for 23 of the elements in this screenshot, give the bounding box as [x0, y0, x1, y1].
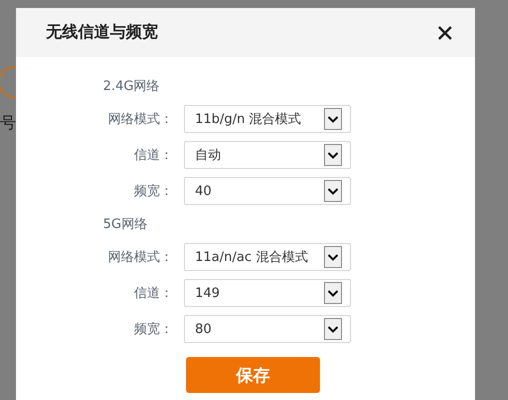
- section-title: 2.4G网络: [102, 78, 161, 96]
- field-label: 频宽：: [133, 321, 173, 338]
- chevron-down-icon: [324, 318, 342, 340]
- chevron-down-icon: [324, 144, 342, 166]
- field-label: 网络模式：: [107, 111, 173, 128]
- close-icon[interactable]: [437, 24, 453, 40]
- chevron-down-icon: [324, 180, 342, 202]
- select-field[interactable]: 149: [184, 279, 351, 307]
- field-label: 网络模式：: [107, 249, 173, 266]
- select-field[interactable]: 11a/n/ac 混合模式: [184, 243, 351, 271]
- section-title: 5G网络: [102, 216, 148, 234]
- select-field[interactable]: 11b/g/n 混合模式: [184, 105, 351, 133]
- select-field[interactable]: 自动: [184, 141, 351, 169]
- select-field[interactable]: 40: [184, 177, 351, 205]
- chevron-down-icon: [324, 246, 342, 268]
- field-label: 频宽：: [133, 183, 173, 200]
- select-field[interactable]: 80: [184, 315, 351, 343]
- field-label: 信道：: [133, 147, 173, 164]
- field-label: 信道：: [133, 285, 173, 302]
- dialog-title: 无线信道与频宽: [46, 22, 158, 43]
- chevron-down-icon: [324, 282, 342, 304]
- background-label: 号: [0, 113, 16, 134]
- chevron-down-icon: [324, 108, 342, 130]
